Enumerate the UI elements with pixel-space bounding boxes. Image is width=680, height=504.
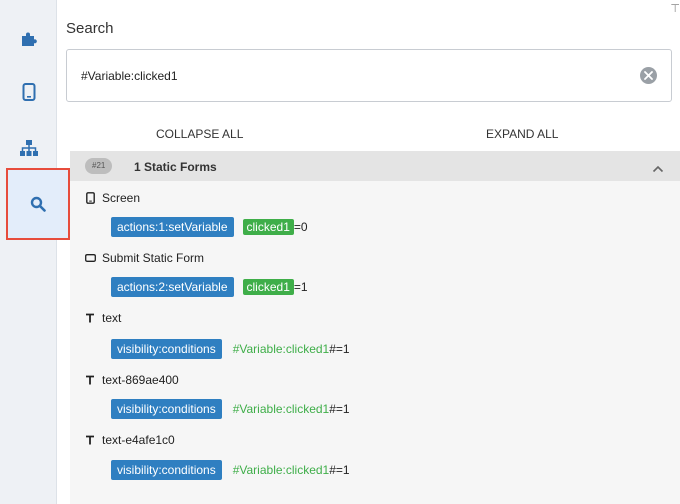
node-name: text-869ae400 — [102, 373, 179, 387]
match-row[interactable]: visibility:conditions #Variable:clicked1… — [111, 399, 350, 419]
match-row[interactable]: visibility:conditions #Variable:clicked1… — [111, 339, 350, 359]
close-icon — [644, 71, 653, 80]
result-node[interactable]: text-869ae400 — [84, 373, 179, 387]
clear-search-button[interactable] — [640, 67, 657, 84]
results-list: Screen actions:1:setVariable clicked1 =0… — [70, 181, 680, 504]
match-condition: #Variable:clicked1 — [232, 402, 330, 416]
result-node[interactable]: text — [84, 311, 121, 325]
result-node[interactable]: Screen — [84, 191, 140, 205]
match-condition: #Variable:clicked1 — [232, 342, 330, 356]
match-highlight: clicked1 — [242, 279, 294, 295]
result-node[interactable]: text-e4afe1c0 — [84, 433, 175, 447]
collapse-all-button[interactable]: COLLAPSE ALL — [156, 127, 243, 141]
match-condition: #Variable:clicked1 — [232, 463, 330, 477]
node-name: text — [102, 311, 122, 325]
match-path-chip[interactable]: actions:2:setVariable — [111, 277, 234, 297]
node-name: Screen — [102, 191, 141, 205]
group-title: 1 Static Forms — [134, 160, 217, 174]
match-path-chip[interactable]: visibility:conditions — [111, 460, 222, 480]
match-row[interactable]: visibility:conditions #Variable:clicked1… — [111, 460, 350, 480]
match-path-chip[interactable]: visibility:conditions — [111, 399, 222, 419]
sitemap-icon — [19, 140, 38, 156]
text-icon — [84, 435, 96, 445]
panel-title: Search — [66, 20, 114, 37]
match-value: #=1 — [329, 402, 350, 416]
node-name: text-e4afe1c0 — [102, 433, 175, 447]
result-node[interactable]: Submit Static Form — [84, 251, 204, 265]
match-value: =1 — [293, 280, 308, 294]
screens-button[interactable] — [0, 62, 57, 122]
search-input[interactable]: #Variable:clicked1 — [81, 69, 178, 83]
text-icon — [84, 375, 96, 385]
components-button[interactable] — [0, 8, 57, 68]
text-icon — [84, 313, 96, 323]
mobile-icon — [84, 192, 96, 204]
puzzle-icon — [21, 32, 37, 46]
left-toolbar — [0, 0, 70, 504]
search-panel: Search ⊤ #Variable:clicked1 COLLAPSE ALL… — [58, 0, 680, 504]
search-field[interactable]: #Variable:clicked1 — [66, 49, 672, 102]
match-path-chip[interactable]: visibility:conditions — [111, 339, 222, 359]
match-highlight: clicked1 — [242, 219, 294, 235]
search-icon — [30, 196, 46, 212]
match-row[interactable]: actions:2:setVariable clicked1 =1 — [111, 277, 308, 297]
node-name: Submit Static Form — [102, 251, 205, 265]
match-value: =0 — [293, 220, 308, 234]
match-value: #=1 — [329, 342, 350, 356]
group-count-badge: #21 — [85, 158, 113, 174]
mobile-icon — [22, 83, 35, 101]
match-row[interactable]: actions:1:setVariable clicked1 =0 — [111, 217, 308, 237]
chevron-up-icon[interactable] — [652, 160, 664, 178]
results-group-header[interactable]: #21 1 Static Forms — [70, 151, 680, 181]
expand-all-button[interactable]: EXPAND ALL — [486, 127, 558, 141]
match-path-chip[interactable]: actions:1:setVariable — [111, 217, 234, 237]
match-value: #=1 — [329, 463, 350, 477]
pin-icon[interactable]: ⊤ — [670, 2, 680, 15]
rectangle-icon — [84, 254, 96, 262]
